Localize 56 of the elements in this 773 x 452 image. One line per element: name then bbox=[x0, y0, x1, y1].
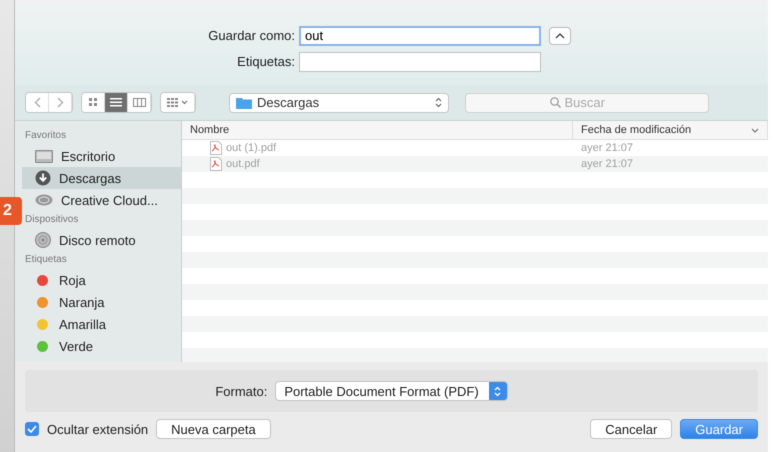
cloud-swirl-icon bbox=[35, 194, 53, 206]
filename-field[interactable]: out bbox=[299, 26, 541, 46]
chevron-left-icon bbox=[34, 97, 40, 108]
file-name-cell: out.pdf bbox=[182, 157, 573, 171]
dialog-button[interactable]: Nueva carpeta bbox=[156, 419, 271, 439]
date-cell-text: ayer 21:07 bbox=[580, 142, 634, 154]
sidebar-item[interactable]: Verde bbox=[22, 335, 181, 357]
sort-chevron-icon bbox=[751, 128, 759, 132]
chevron-down-icon bbox=[181, 100, 188, 105]
sidebar-section-title: Etiquetas bbox=[24, 253, 68, 267]
dialog-button[interactable]: Cancelar bbox=[590, 419, 672, 439]
column-header[interactable]: Nombre bbox=[182, 121, 573, 139]
tag-dot bbox=[37, 340, 48, 352]
icon-grid-icon bbox=[88, 98, 98, 107]
checkbox-label: Ocultar extensión bbox=[47, 422, 148, 436]
sidebar-item[interactable]: Amarilla bbox=[22, 313, 181, 335]
back-button[interactable] bbox=[26, 93, 49, 112]
date-cell-text: ayer 21:07 bbox=[580, 158, 634, 170]
collapse-button[interactable] bbox=[549, 26, 571, 44]
format-popup[interactable]: Portable Document Format (PDF) bbox=[275, 381, 508, 401]
tag-dot bbox=[37, 274, 48, 286]
tags-label: Etiquetas: bbox=[236, 54, 295, 69]
file-name-cell: out (1).pdf bbox=[182, 141, 573, 155]
location-popup[interactable]: Descargas bbox=[229, 92, 449, 112]
checkmark-icon bbox=[27, 425, 37, 433]
search-icon bbox=[550, 97, 560, 108]
tag-dot bbox=[37, 318, 48, 330]
monitor-icon bbox=[35, 150, 53, 162]
tag-dot bbox=[37, 296, 48, 308]
columns-icon bbox=[132, 98, 146, 107]
checkbox[interactable] bbox=[25, 422, 39, 436]
list-icon bbox=[110, 98, 122, 107]
stepper-icon bbox=[494, 386, 502, 396]
search-field[interactable]: Buscar bbox=[564, 95, 624, 110]
sidebar-item[interactable]: Descargas bbox=[22, 167, 181, 189]
sidebar-item[interactable]: Naranja bbox=[22, 291, 181, 313]
sidebar-section-title: Dispositivos bbox=[24, 213, 80, 227]
chevron-right-icon bbox=[56, 97, 64, 108]
folder-icon bbox=[236, 96, 252, 108]
sidebar-item[interactable]: Escritorio bbox=[22, 145, 181, 167]
sidebar-item[interactable]: Disco remoto bbox=[22, 229, 181, 251]
chevron-up-icon bbox=[555, 32, 565, 38]
sidebar-item[interactable]: Creative Cloud... bbox=[22, 189, 181, 211]
sidebar-item[interactable]: Roja bbox=[22, 269, 181, 291]
sidebar-section-title: Favoritos bbox=[24, 129, 68, 143]
stepper-icon bbox=[435, 97, 442, 108]
tags-field[interactable] bbox=[299, 52, 541, 72]
column-header[interactable]: Fecha de modificación bbox=[573, 121, 768, 139]
format-label: Formato: bbox=[215, 384, 268, 398]
step-badge: 2 bbox=[0, 197, 22, 225]
disc-icon bbox=[35, 232, 51, 248]
download-icon bbox=[35, 170, 51, 186]
view-mode-button[interactable] bbox=[82, 93, 105, 112]
save-as-label: Guardar como: bbox=[207, 28, 295, 43]
view-mode-button[interactable] bbox=[105, 93, 128, 112]
grid-icon bbox=[167, 98, 178, 107]
